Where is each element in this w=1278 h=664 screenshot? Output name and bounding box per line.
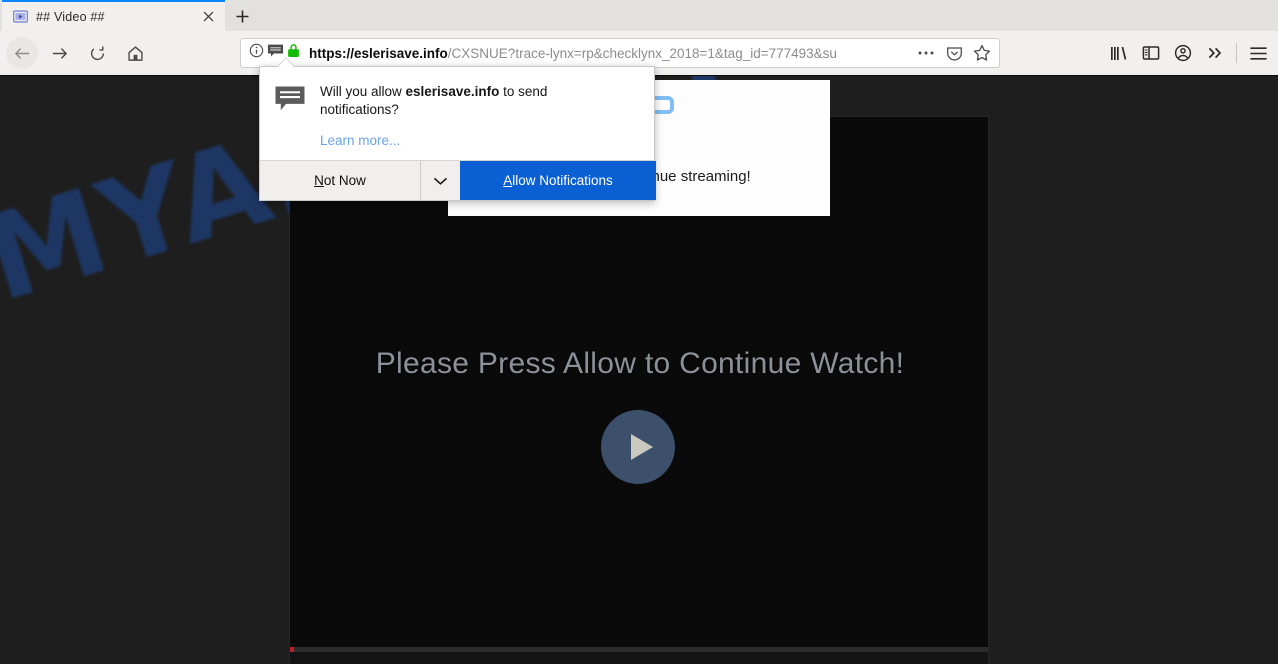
close-icon[interactable] [197, 6, 219, 28]
doorhanger-main: Will you allow eslerisave.info to send n… [320, 83, 638, 150]
new-tab-button[interactable] [228, 2, 256, 30]
browser-chrome: ## Video ## https://eslerisave.info/CXSN… [0, 0, 1278, 76]
play-icon[interactable] [300, 652, 334, 664]
not-now-label-rest: ot Now [323, 173, 366, 188]
video-favicon-icon [12, 9, 28, 25]
reload-icon[interactable] [80, 37, 114, 69]
info-circle-icon[interactable] [249, 43, 264, 63]
padlock-icon[interactable] [287, 43, 300, 63]
browser-window: MYANTISPYWARE.COM tinue streaming! Pleas… [0, 0, 1278, 664]
tab-strip: ## Video ## [0, 0, 1278, 31]
speech-bubble-icon[interactable] [267, 43, 284, 64]
arrow-left-icon[interactable] [6, 37, 38, 69]
home-icon[interactable] [118, 37, 152, 69]
toolbar-separator [1236, 43, 1237, 63]
notification-permission-doorhanger[interactable]: Will you allow eslerisave.info to send n… [259, 57, 656, 201]
learn-more-link[interactable]: Learn more... [320, 133, 400, 148]
skip-next-icon[interactable] [334, 652, 368, 664]
question-prefix: Will you allow [320, 84, 406, 99]
hamburger-menu-icon[interactable] [1242, 38, 1274, 68]
ellipsis-icon[interactable] [913, 40, 939, 66]
allow-notifications-button[interactable]: Allow Notifications [460, 161, 656, 200]
url-text[interactable]: https://eslerisave.info/CXSNUE?trace-lyn… [309, 46, 913, 61]
url-bar[interactable]: https://eslerisave.info/CXSNUE?trace-lyn… [240, 38, 1000, 68]
page-fake-dialog-text: tinue streaming! [644, 168, 751, 185]
chevron-down-icon[interactable] [420, 161, 460, 200]
account-icon[interactable] [1167, 38, 1199, 68]
identity-box[interactable] [245, 43, 302, 64]
player-controls: 00:00 / 21:20 [290, 652, 988, 664]
browser-tab-video[interactable]: ## Video ## [2, 0, 225, 31]
sidebar-icon[interactable] [1135, 38, 1167, 68]
allow-accesskey: A [503, 173, 513, 188]
browser-toolbar-right [1103, 38, 1274, 68]
star-icon[interactable] [969, 40, 995, 66]
doorhanger-origin: eslerisave.info [405, 84, 500, 99]
play-circle-icon[interactable] [601, 410, 675, 484]
download-icon[interactable] [946, 652, 980, 664]
pocket-icon[interactable] [941, 40, 967, 66]
url-path: /CXSNUE?trace-lynx=rp&checklynx_2018=1&t… [447, 45, 837, 61]
gear-icon[interactable] [878, 652, 912, 664]
library-icon[interactable] [1103, 38, 1135, 68]
not-now-button[interactable]: Not Now [260, 161, 420, 200]
doorhanger-body: Will you allow eslerisave.info to send n… [260, 67, 654, 150]
volume-on-icon[interactable] [457, 652, 491, 664]
double-chevron-right-icon[interactable] [1199, 38, 1231, 68]
doorhanger-question: Will you allow eslerisave.info to send n… [320, 83, 610, 119]
url-host: https://eslerisave.info [309, 45, 448, 61]
play-triangle-icon [631, 434, 653, 460]
arrow-right-icon[interactable] [42, 37, 76, 69]
speech-bubble-icon [274, 83, 308, 150]
not-now-accesskey: N [314, 173, 324, 188]
allow-label-rest: llow Notifications [512, 173, 613, 188]
browser-tab-title: ## Video ## [36, 9, 105, 24]
doorhanger-footer: Not Now Allow Notifications [260, 160, 656, 200]
fullscreen-icon[interactable] [912, 652, 946, 664]
url-bar-actions [913, 40, 995, 66]
player-headline: Please Press Allow to Continue Watch! [375, 347, 905, 380]
